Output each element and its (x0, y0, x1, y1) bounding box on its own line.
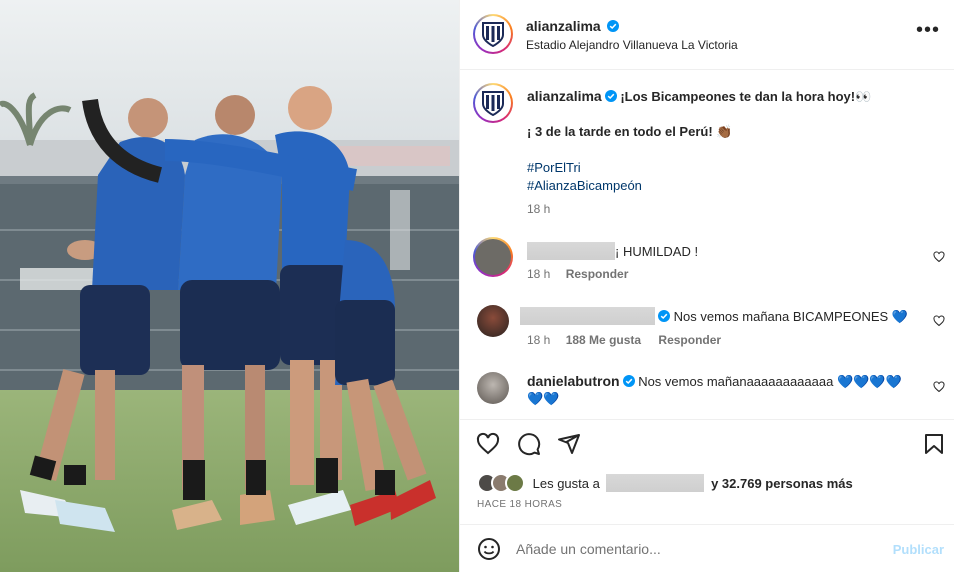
post-image (0, 0, 459, 572)
caption-text-2: ¡ 3 de la tarde en todo el Perú! 👏🏾 (527, 124, 733, 139)
post-location[interactable]: Estadio Alejandro Villanueva La Victoria (526, 38, 738, 52)
verified-badge-icon (658, 310, 670, 322)
comment-like-icon[interactable] (933, 315, 945, 327)
comment-time: 18 h (527, 267, 551, 281)
verified-badge-icon (607, 20, 620, 32)
comment-text-continued: 💙💙 (527, 391, 560, 406)
commenter-avatar[interactable] (477, 372, 509, 404)
author-username[interactable]: alianzalima (526, 18, 601, 34)
post-photo[interactable] (0, 0, 459, 572)
hidden-username (527, 242, 615, 260)
publish-button[interactable]: Publicar (893, 542, 944, 557)
comment-icon[interactable] (517, 432, 541, 456)
comment-likes-count[interactable]: 188 Me gusta (566, 333, 641, 347)
commenter-avatar[interactable] (473, 237, 513, 277)
comment-time: 18 h (527, 333, 551, 347)
hidden-username (520, 307, 655, 325)
comment-text-line: Nos vemos mañana BICAMPEONES 💙 (520, 307, 908, 325)
post-details-panel: alianzalima Estadio Alejandro Villanueva… (459, 0, 954, 572)
post-timestamp: HACE 18 HORAS (477, 499, 563, 510)
heart-icon[interactable] (476, 432, 500, 456)
caption-username[interactable]: alianzalima (527, 88, 602, 104)
likes-prefix: Les gusta a (532, 476, 600, 491)
commenter-avatar[interactable] (477, 305, 509, 337)
caption-text-1: ¡Los Bicampeones te dan la hora hoy!👀 (620, 89, 872, 104)
reply-button[interactable]: Responder (566, 267, 629, 281)
commenter-username[interactable]: danielabutron (527, 373, 620, 389)
post-actions-bar (460, 420, 954, 468)
send-icon[interactable] (557, 432, 581, 456)
caption-author-avatar[interactable] (473, 83, 513, 123)
comment-text: Nos vemos mañanaaaaaaaaaaaa 💙💙💙💙 (638, 374, 902, 389)
comment-meta: 18 h 188 Me gusta Responder (527, 333, 721, 347)
hidden-username (606, 474, 705, 492)
verified-badge-icon (604, 90, 617, 102)
caption-first-line: alianzalima ¡Los Bicampeones te dan la h… (527, 88, 871, 105)
verified-badge-icon (622, 375, 635, 387)
more-options-icon[interactable]: ••• (916, 20, 940, 40)
comment-text-line: danielabutron Nos vemos mañanaaaaaaaaaaa… (527, 373, 902, 390)
comment-text: Nos vemos mañana BICAMPEONES 💙 (673, 309, 908, 324)
emoji-icon[interactable] (477, 537, 501, 561)
hashtag-link[interactable]: #PorElTri (527, 160, 581, 175)
comment-like-icon[interactable] (933, 381, 945, 393)
caption-timestamp: 18 h (527, 202, 551, 216)
comments-section: alianzalima ¡Los Bicampeones te dan la h… (460, 71, 954, 419)
comment-text-line: ¡ HUMILDAD ! (527, 242, 698, 260)
liker-avatars (477, 473, 529, 493)
hashtag-link[interactable]: #AlianzaBicampeón (527, 178, 642, 193)
reply-button[interactable]: Responder (658, 333, 721, 347)
likes-count[interactable]: y 32.769 personas más (711, 476, 853, 491)
likes-summary[interactable]: Les gusta a y 32.769 personas más (477, 473, 853, 495)
comment-input[interactable] (516, 539, 876, 559)
comment-like-icon[interactable] (933, 251, 945, 263)
comment-meta: 18 h Responder (527, 267, 628, 281)
bookmark-icon[interactable] (922, 432, 946, 456)
add-comment-bar: Publicar (460, 525, 954, 572)
club-crest-icon (482, 22, 504, 47)
comment-text: ¡ HUMILDAD ! (615, 244, 699, 259)
author-avatar[interactable] (473, 14, 513, 54)
club-crest-icon (482, 91, 504, 116)
post-header: alianzalima Estadio Alejandro Villanueva… (460, 0, 954, 70)
